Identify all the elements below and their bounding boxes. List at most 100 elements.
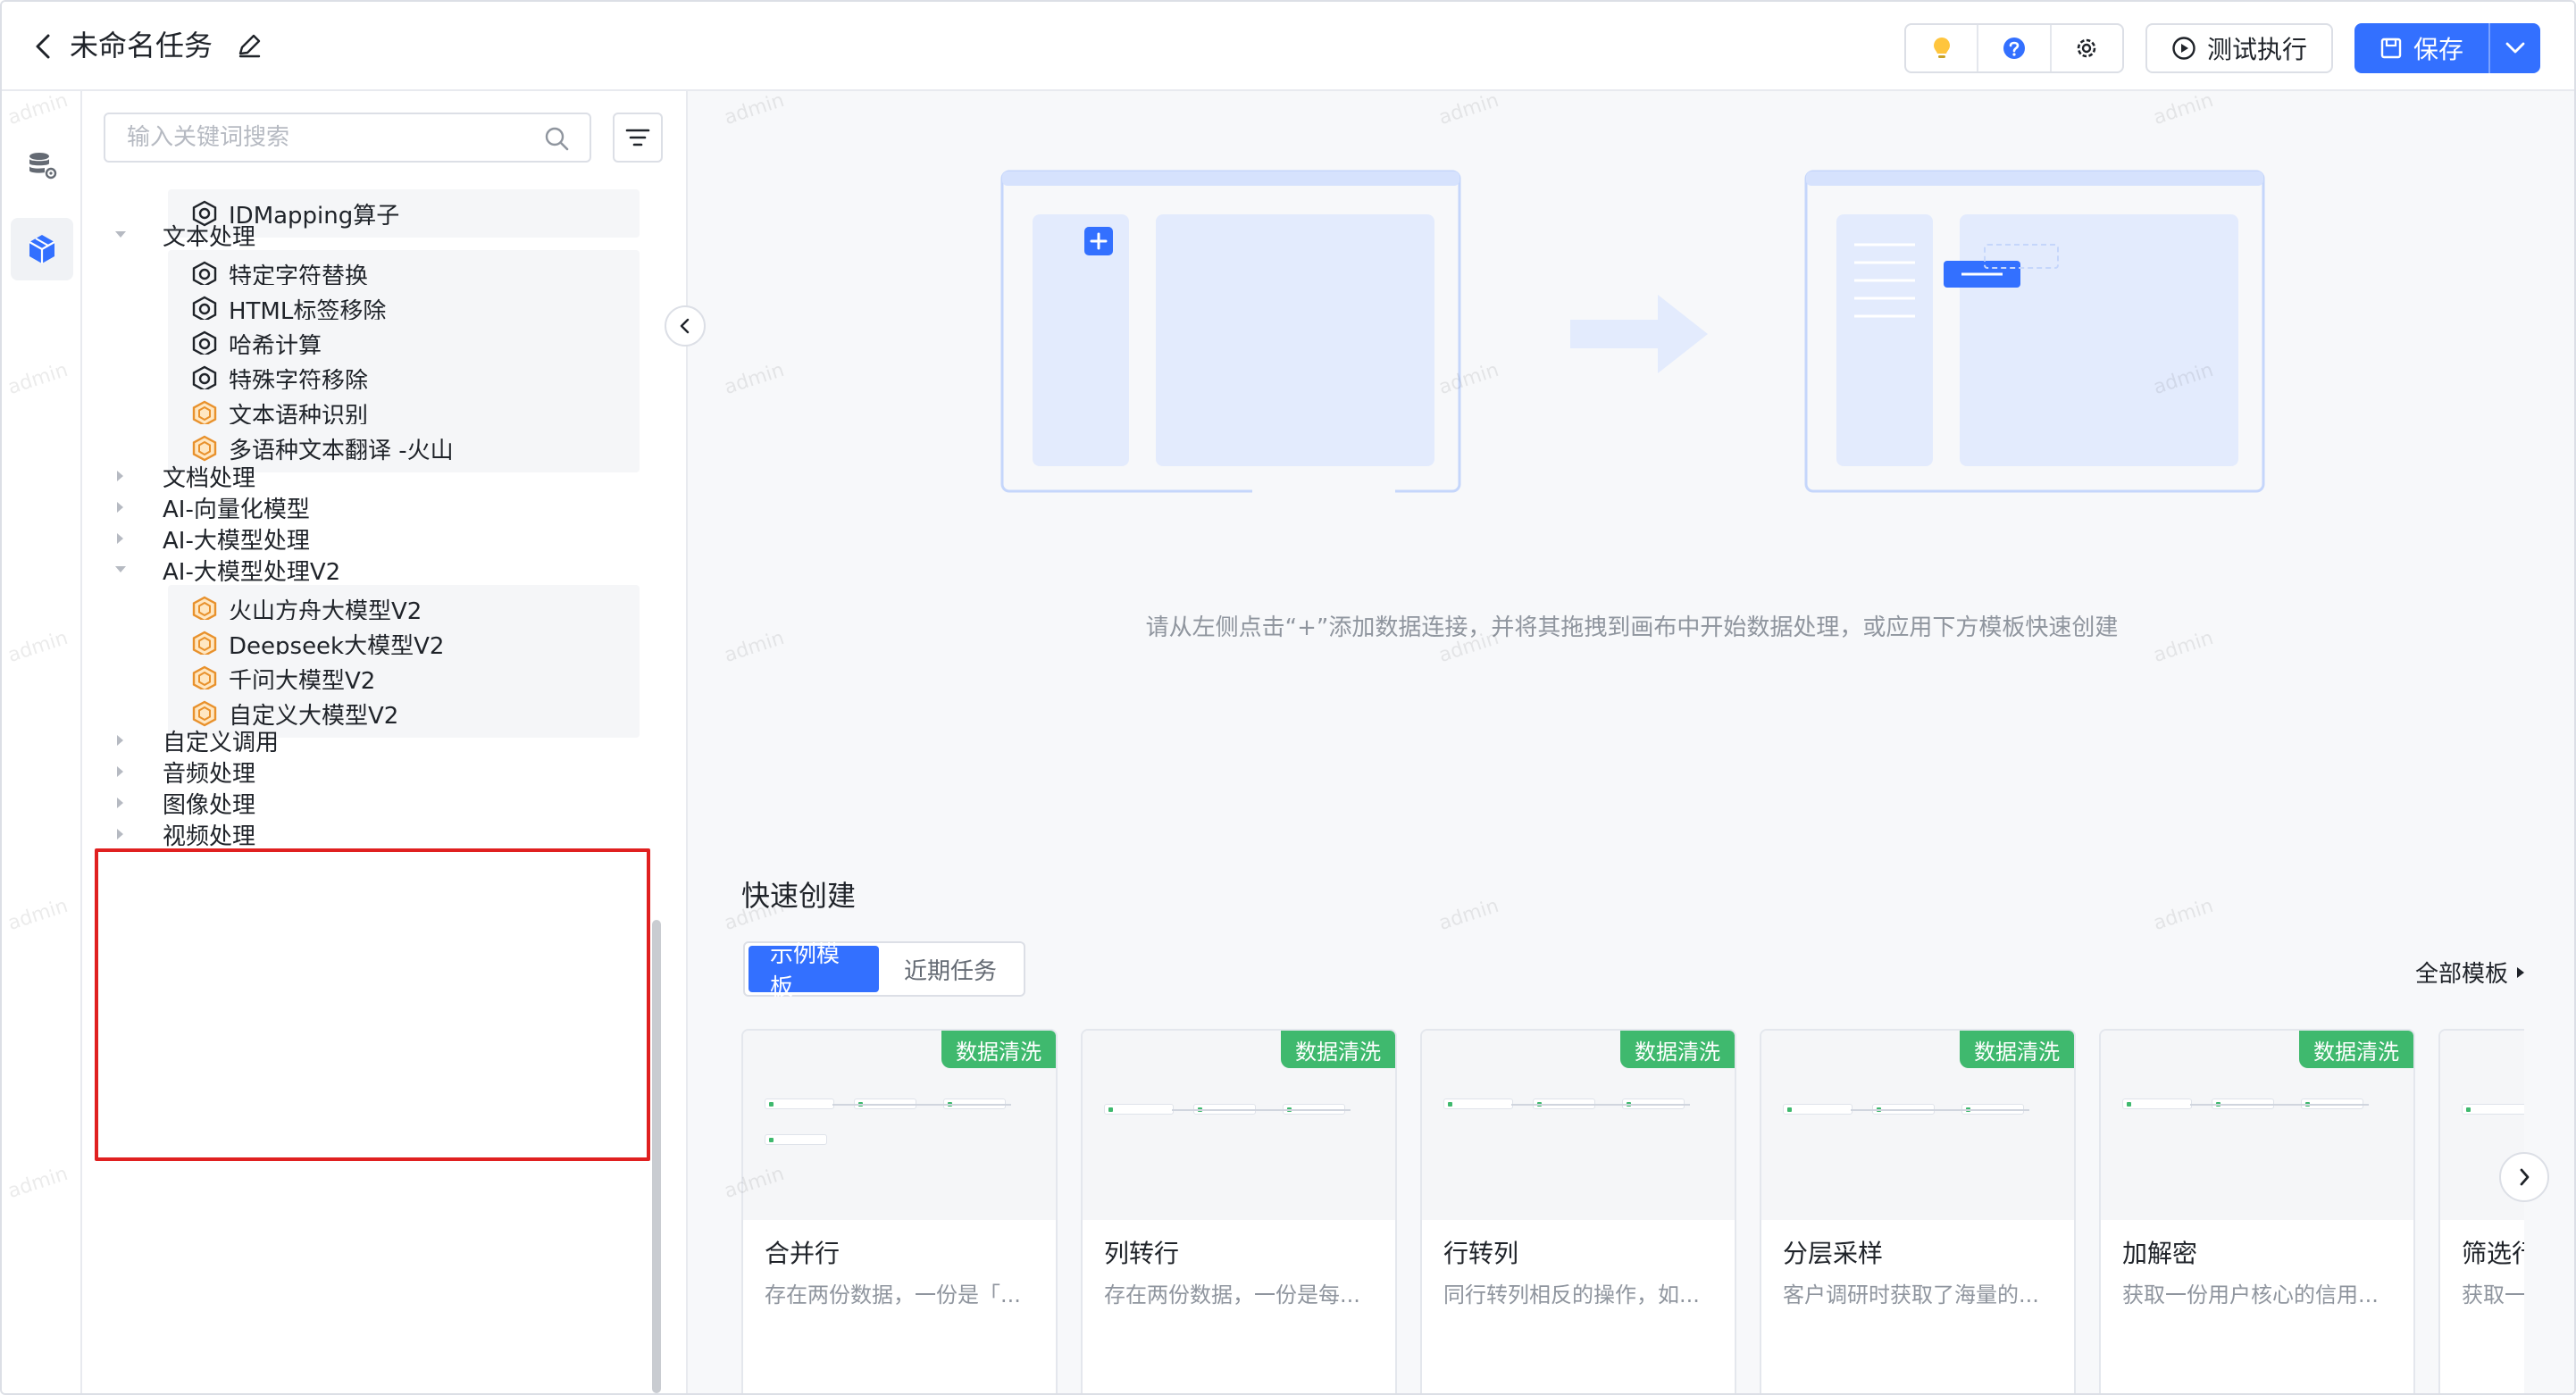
tree-category[interactable]: 文本处理 [111, 217, 255, 253]
canvas-area[interactable]: 请从左侧点击“+”添加数据连接，并将其拖拽到画布中开始数据处理，或应用下方模板快… [686, 91, 2574, 1393]
hexagon-ai-icon [191, 631, 218, 657]
tree-category[interactable]: 自定义调用 [111, 723, 279, 758]
template-tag: 数据清洗 [1960, 1031, 2074, 1068]
flow-connector [2190, 1104, 2369, 1106]
rail-item-datasource[interactable] [11, 134, 73, 196]
template-description: 存在两份数据，一份是「... [765, 1282, 1021, 1307]
operator-panel: IDMapping算子 文本处理 特定字符替换 HTML标签移除 哈希计算 特殊字符移除文… [84, 91, 684, 1393]
filter-button[interactable] [613, 113, 663, 163]
header-icon-group [1904, 23, 2124, 73]
gear-icon [2078, 38, 2096, 58]
chevron-right-icon [2520, 1168, 2530, 1186]
save-disk-icon [2380, 38, 2402, 59]
tree-item-label: AI-大模型处理 [163, 527, 310, 555]
collapse-panel-button[interactable] [665, 305, 706, 347]
flow-connector [1511, 1104, 1690, 1106]
play-circle-icon [2172, 37, 2195, 60]
flow-connector [1851, 1109, 2029, 1111]
search-input[interactable] [105, 114, 525, 161]
template-title: 合并行 [765, 1239, 841, 1268]
tree-category[interactable]: 音频处理 [111, 754, 255, 789]
caret-down-icon [111, 560, 130, 580]
app-window: 未命名任务 测试执行 保存 IDMapping算子 文本处理 特定字符替换 HT… [0, 0, 2576, 1395]
tree-item-label: 文本处理 [163, 223, 256, 251]
caret-right-icon [111, 497, 130, 517]
tree-category[interactable]: 图像处理 [111, 785, 255, 821]
back-arrow-icon[interactable] [30, 30, 57, 63]
template-description: 获取一份用户核心的信用... [2122, 1282, 2379, 1307]
caret-right-icon [111, 529, 130, 548]
chevron-down-icon [2505, 42, 2525, 54]
chevron-left-icon [680, 318, 690, 334]
tree-item-label: 多语种文本翻译 -火山 [229, 437, 454, 464]
tree-category[interactable]: AI-大模型处理V2 [111, 552, 340, 588]
canvas-hint-text: 请从左侧点击“+”添加数据连接，并将其拖拽到画布中开始数据处理，或应用下方模板快… [1145, 614, 2119, 641]
hexagon-ai-icon [191, 596, 218, 622]
template-title: 筛选行 [2462, 1239, 2524, 1268]
template-card[interactable]: 数据清洗 列转行 存在两份数据，一份是每... [1081, 1029, 1397, 1393]
caret-right-icon [111, 793, 130, 813]
tab-sample-templates[interactable]: 示例模板 [749, 941, 879, 1001]
search-box [104, 113, 591, 163]
search-icon[interactable] [543, 125, 570, 152]
tree-category[interactable]: AI-向量化模型 [111, 489, 310, 525]
template-card[interactable]: 数据清洗合并行存在两份数据，一份是「... [741, 1029, 1058, 1393]
rail-item-operators[interactable] [11, 218, 73, 280]
top-header: 未命名任务 测试执行 保存 [2, 2, 2574, 91]
template-description: 获取一 [2462, 1282, 2524, 1307]
tree-item-label: 音频处理 [163, 760, 256, 788]
operator-tree: IDMapping算子 文本处理 特定字符替换 HTML标签移除 哈希计算 特殊字符移除文… [84, 91, 684, 1393]
lightbulb-icon [1933, 38, 1950, 58]
caret-right-icon [111, 824, 130, 844]
flow-connector [1172, 1109, 1351, 1111]
tree-category[interactable]: 文档处理 [111, 458, 255, 494]
save-dropdown-toggle[interactable] [2490, 23, 2540, 73]
tips-button[interactable] [1906, 25, 1979, 71]
hexagon-ai-icon [191, 400, 218, 427]
template-title: 行转列 [1443, 1239, 1519, 1268]
flow-node [2122, 1098, 2192, 1109]
template-tag: 数据清洗 [1620, 1031, 1735, 1068]
all-templates-link[interactable]: 全部模板 [2415, 956, 2526, 989]
flow-connector [832, 1104, 1011, 1106]
template-card[interactable]: 筛选行获取一 [2438, 1029, 2524, 1393]
onboarding-illustration [1000, 170, 2265, 494]
help-button[interactable] [1978, 25, 2052, 71]
cube-gear-icon [191, 365, 218, 392]
tree-item-label: 视频处理 [163, 823, 256, 850]
tree-category[interactable]: 视频处理 [111, 816, 255, 852]
save-button[interactable]: 保存 [2354, 23, 2490, 73]
edit-pencil-icon[interactable] [234, 30, 264, 61]
save-label: 保存 [2413, 35, 2463, 64]
tree-category[interactable]: AI-大模型处理 [111, 521, 310, 556]
filter-lines-icon [625, 129, 650, 146]
template-card[interactable]: 数据清洗分层采样客户调研时获取了海量的... [1760, 1029, 2076, 1393]
flow-node [1443, 1098, 1513, 1109]
template-card[interactable]: 数据清洗行转列同行转列相反的操作，如... [1420, 1029, 1736, 1393]
template-tabs: 示例模板 近期任务 [743, 941, 1025, 1001]
test-run-button[interactable]: 测试执行 [2145, 23, 2333, 73]
tree-item-label: 文档处理 [163, 464, 256, 492]
settings-button[interactable] [2052, 25, 2122, 71]
template-description: 客户调研时获取了海量的... [1783, 1282, 2039, 1307]
tree-item-label: 自定义调用 [163, 729, 280, 756]
question-circle-icon [2003, 38, 2025, 59]
panel-scrollbar[interactable] [652, 920, 661, 1393]
cards-next-button[interactable] [2499, 1152, 2549, 1202]
flow-node [765, 1134, 827, 1145]
template-card[interactable]: 数据清洗 加解密 获取一份用户核心的信用... [2099, 1029, 2415, 1393]
template-description: 同行转列相反的操作，如... [1443, 1282, 1700, 1307]
flow-node [1104, 1104, 1174, 1115]
tab-recent-tasks[interactable]: 近期任务 [882, 946, 1018, 992]
hexagon-ai-icon [191, 665, 218, 692]
template-tag: 数据清洗 [941, 1031, 1056, 1068]
template-description: 存在两份数据，一份是每... [1104, 1282, 1360, 1307]
flow-node [1783, 1104, 1853, 1115]
database-gear-icon [29, 153, 57, 180]
template-title: 分层采样 [1783, 1239, 1884, 1268]
test-run-label: 测试执行 [2206, 35, 2307, 64]
caret-right-icon [2517, 966, 2525, 978]
tree-item-label: AI-大模型处理V2 [163, 558, 341, 586]
cube-icon [29, 235, 55, 263]
left-rail [2, 91, 82, 1393]
